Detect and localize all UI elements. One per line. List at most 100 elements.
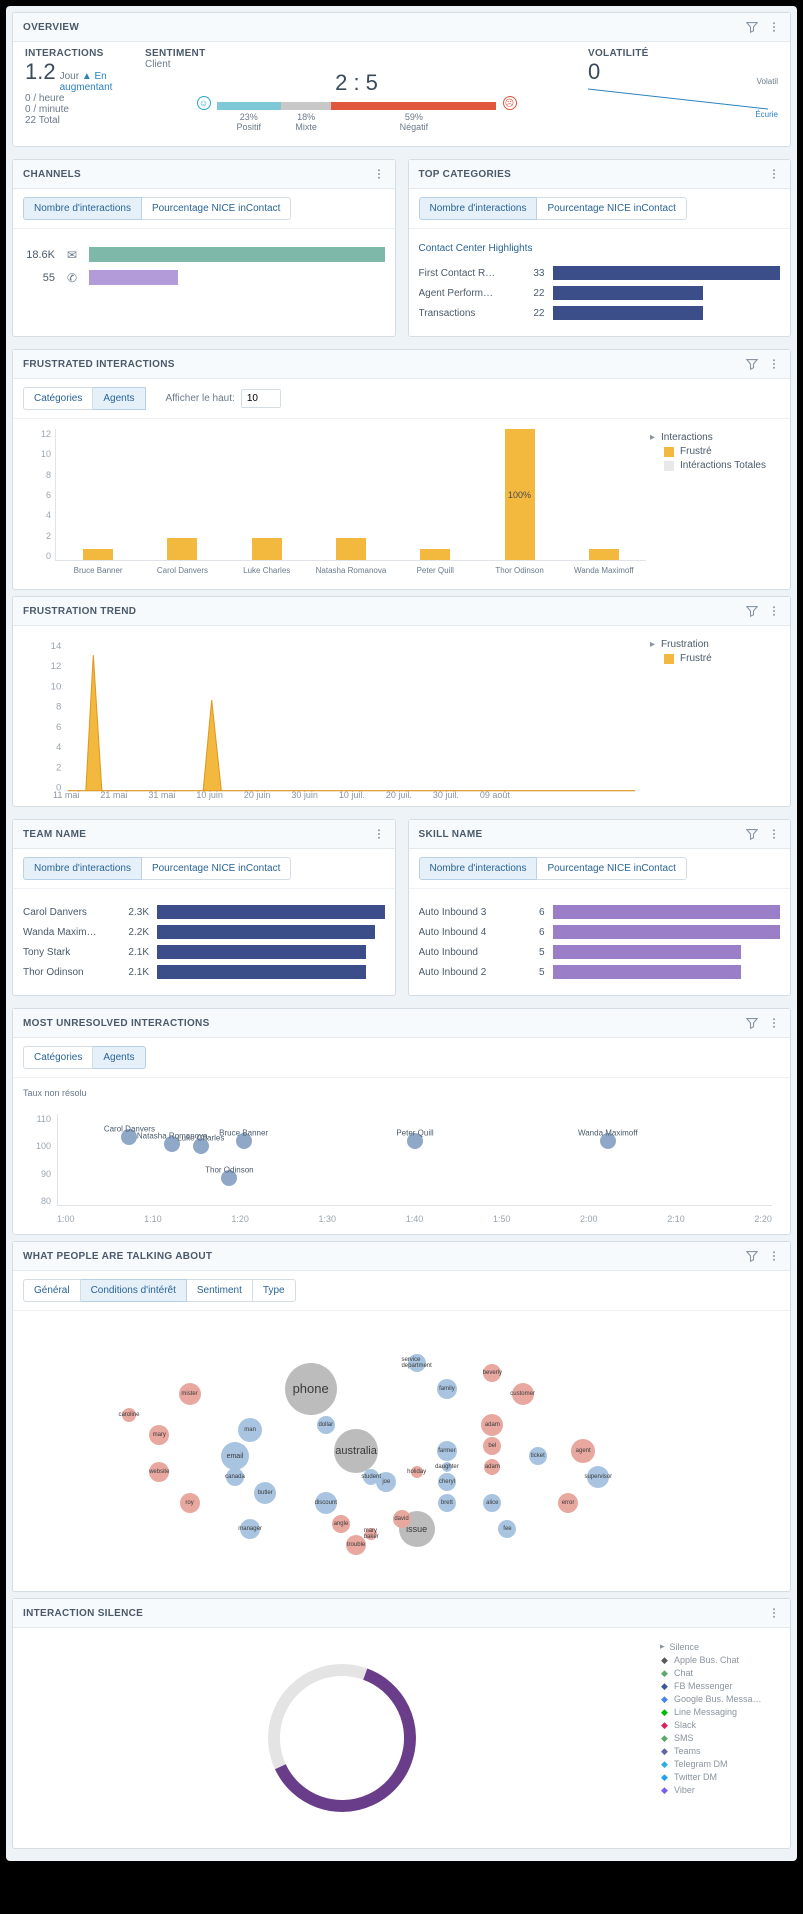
unresolved-panel: MOST UNRESOLVED INTERACTIONS Catégories … — [12, 1008, 791, 1235]
tab-conditions[interactable]: Conditions d'intérêt — [81, 1279, 187, 1302]
highlights-link[interactable]: Contact Center Highlights — [419, 239, 781, 260]
bubble[interactable]: caroline — [122, 1408, 136, 1422]
topcategories-panel: TOP CATEGORIES Nombre d'interactions Pou… — [408, 159, 792, 337]
tab-categories[interactable]: Catégories — [23, 1046, 93, 1069]
filter-icon[interactable] — [746, 605, 758, 617]
frustrated-bar: Luke Charles — [252, 538, 282, 560]
more-icon[interactable] — [768, 358, 780, 370]
bubble[interactable]: butler — [254, 1482, 276, 1504]
legend-item: ◆Apple Bus. Chat — [660, 1655, 780, 1665]
filter-icon[interactable] — [746, 828, 758, 840]
more-icon[interactable] — [768, 1250, 780, 1262]
bubble[interactable]: adam — [484, 1459, 500, 1475]
bubble[interactable]: dollar — [317, 1416, 335, 1434]
more-icon[interactable] — [373, 828, 385, 840]
frustrated-bar: Peter Quill — [420, 549, 450, 560]
tab-interactions-count[interactable]: Nombre d'interactions — [419, 857, 538, 880]
bubble[interactable]: mary baker — [365, 1528, 377, 1540]
bubble[interactable]: brett — [438, 1494, 456, 1512]
tab-interactions-count[interactable]: Nombre d'interactions — [23, 857, 142, 880]
svg-text:14: 14 — [51, 641, 62, 652]
filter-icon[interactable] — [746, 1017, 758, 1029]
bubble[interactable]: family — [437, 1379, 457, 1399]
more-icon[interactable] — [768, 1607, 780, 1619]
interactions-value: 1.2 — [25, 59, 56, 85]
sad-face-icon: ☹ — [503, 96, 517, 110]
frustrated-bar: Bruce Banner — [83, 549, 113, 560]
tab-type[interactable]: Type — [253, 1279, 296, 1302]
bar-row: Agent Perform…22 — [419, 286, 781, 300]
bubble[interactable]: roy — [180, 1493, 200, 1513]
filter-icon[interactable] — [746, 21, 758, 33]
bubble[interactable]: adam — [481, 1414, 503, 1436]
bubble[interactable]: angle — [332, 1515, 350, 1533]
more-icon[interactable] — [768, 1017, 780, 1029]
svg-text:10: 10 — [51, 681, 62, 692]
team-panel: TEAM NAME Nombre d'interactions Pourcent… — [12, 819, 396, 996]
bubble[interactable]: mary — [149, 1425, 169, 1445]
frustrated-bar: 100%Thor Odinson — [505, 429, 535, 560]
bubble[interactable]: bel — [483, 1437, 501, 1455]
phone-icon: ✆ — [63, 271, 81, 285]
bubble[interactable]: daughter — [442, 1462, 452, 1472]
tab-nice-pct[interactable]: Pourcentage NICE inContact — [537, 197, 686, 220]
bubble[interactable]: customer — [512, 1383, 534, 1405]
bubble[interactable]: phone — [285, 1363, 337, 1415]
overview-panel: OVERVIEW INTERACTIONS 1.2 Jour ▲ En augm… — [12, 12, 791, 147]
bubble[interactable]: ticket — [529, 1447, 547, 1465]
talking-panel: WHAT PEOPLE ARE TALKING ABOUT Général Co… — [12, 1241, 791, 1592]
legend-item: ◆Viber — [660, 1785, 780, 1795]
more-icon[interactable] — [768, 828, 780, 840]
more-icon[interactable] — [373, 168, 385, 180]
bubble[interactable]: error — [558, 1493, 578, 1513]
bubble[interactable]: agent — [571, 1439, 595, 1463]
bubble[interactable]: fee — [498, 1520, 516, 1538]
legend-item: ◆Google Bus. Messa… — [660, 1694, 780, 1704]
tab-agents[interactable]: Agents — [93, 387, 145, 410]
bar-row: Auto Inbound 36 — [419, 905, 781, 919]
bubble[interactable]: beverly — [483, 1364, 501, 1382]
tab-nice-pct[interactable]: Pourcentage NICE inContact — [142, 857, 291, 880]
bubble[interactable]: discount — [315, 1492, 337, 1514]
skill-panel: SKILL NAME Nombre d'interactions Pourcen… — [408, 819, 792, 996]
bubble[interactable]: supervisor — [587, 1466, 609, 1488]
bubble[interactable]: manager — [240, 1519, 260, 1539]
tab-nice-pct[interactable]: Pourcentage NICE inContact — [142, 197, 291, 220]
bubble[interactable]: farmer — [437, 1441, 457, 1461]
bubble[interactable]: email — [221, 1442, 249, 1470]
channel-row: 18.6K✉ — [23, 247, 385, 262]
filter-icon[interactable] — [746, 1250, 758, 1262]
bubble[interactable]: website — [149, 1462, 169, 1482]
filter-icon[interactable] — [746, 358, 758, 370]
bubble[interactable]: man — [238, 1418, 262, 1442]
more-icon[interactable] — [768, 168, 780, 180]
svg-text:6: 6 — [56, 722, 61, 733]
more-icon[interactable] — [768, 21, 780, 33]
legend-item: ◆Line Messaging — [660, 1707, 780, 1717]
tab-general[interactable]: Général — [23, 1279, 81, 1302]
tab-interactions-count[interactable]: Nombre d'interactions — [23, 197, 142, 220]
tab-agents[interactable]: Agents — [93, 1046, 145, 1069]
bubble[interactable]: service department — [408, 1354, 426, 1372]
bubble[interactable]: cheryl — [438, 1473, 456, 1491]
channel-row: 55✆ — [23, 270, 385, 285]
bubble[interactable]: alice — [483, 1494, 501, 1512]
bar-row: Auto Inbound5 — [419, 945, 781, 959]
bubble[interactable]: mister — [179, 1383, 201, 1405]
sentiment-ratio: 2 : 5 — [335, 70, 378, 96]
bubble[interactable]: david — [393, 1510, 411, 1528]
bubble[interactable]: australia — [334, 1429, 378, 1473]
bar-row: Auto Inbound 25 — [419, 965, 781, 979]
bubble[interactable]: holiday — [411, 1466, 423, 1478]
show-top-input[interactable] — [241, 389, 281, 408]
tab-nice-pct[interactable]: Pourcentage NICE inContact — [537, 857, 686, 880]
bubble[interactable]: canada — [226, 1468, 244, 1486]
tab-interactions-count[interactable]: Nombre d'interactions — [419, 197, 538, 220]
svg-text:12: 12 — [51, 661, 62, 672]
more-icon[interactable] — [768, 605, 780, 617]
tab-sentiment[interactable]: Sentiment — [187, 1279, 253, 1302]
tab-categories[interactable]: Catégories — [23, 387, 93, 410]
frustration-trend-chart: 141210 864 20 — [23, 636, 650, 796]
legend-item: ◆SMS — [660, 1733, 780, 1743]
frustration-trend-panel: FRUSTRATION TREND 141210 864 20 11 mai21… — [12, 596, 791, 807]
